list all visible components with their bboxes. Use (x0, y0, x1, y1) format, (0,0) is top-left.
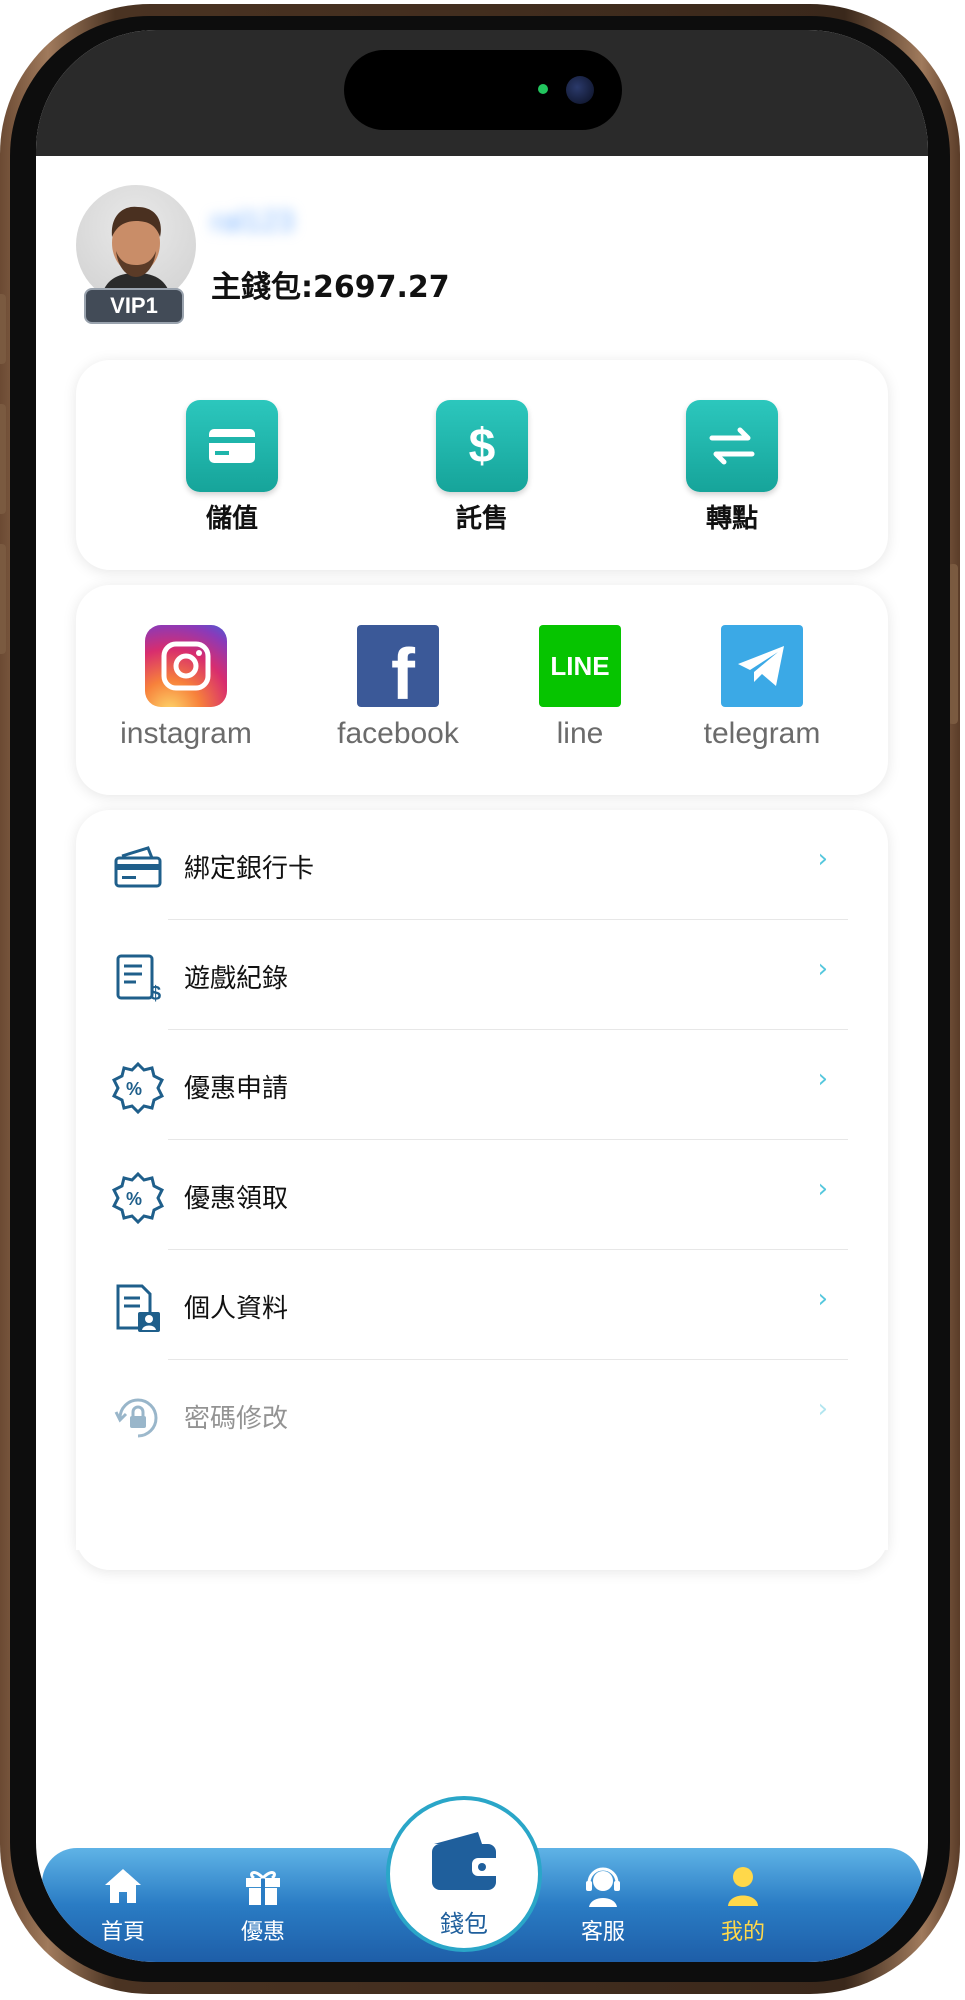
nav-home-label: 首頁 (100, 1920, 145, 1945)
nav-wallet-button[interactable]: 錢包 (386, 1796, 542, 1952)
dollar-icon: $ (436, 400, 528, 492)
nav-mine[interactable]: 我的 (688, 1864, 798, 1946)
bank-card-icon (112, 842, 164, 894)
menu-item-bind-bank-card[interactable]: 綁定銀行卡 › (76, 810, 888, 920)
chevron-right-icon: › (817, 1394, 828, 1424)
facebook-icon: f (357, 625, 439, 715)
menu-label: 綁定銀行卡 (184, 854, 315, 884)
nav-promo[interactable]: 優惠 (208, 1864, 318, 1946)
menu-label: 優惠申請 (184, 1074, 289, 1104)
svg-text:$: $ (150, 983, 161, 1004)
status-bar (36, 30, 928, 156)
phone-side-button (0, 294, 6, 364)
nav-support[interactable]: 客服 (548, 1864, 658, 1946)
social-links-card: instagram f facebook LINE line telegram (76, 585, 888, 795)
home-icon (68, 1864, 178, 1908)
line-icon: LINE (539, 625, 621, 707)
chevron-right-icon: › (817, 1174, 828, 1204)
transfer-label: 轉點 (705, 504, 758, 534)
menu-item-promo-apply[interactable]: % 優惠申請 › (76, 1030, 888, 1140)
chevron-right-icon: › (817, 1284, 828, 1314)
menu-item-personal-info[interactable]: 個人資料 › (76, 1250, 888, 1360)
main-wallet-balance: 主錢包:2697.27 (211, 270, 450, 305)
chevron-right-icon: › (817, 954, 828, 984)
phone-volume-up (0, 404, 6, 514)
chevron-right-icon: › (817, 1064, 828, 1094)
promo-percent-icon: % (111, 1171, 165, 1225)
user-icon (688, 1864, 798, 1908)
deposit-button[interactable]: 儲值 (152, 400, 312, 535)
instagram-link[interactable]: instagram (86, 625, 286, 751)
vip-badge: VIP1 (84, 288, 184, 324)
profile-document-icon (112, 1282, 164, 1334)
menu-item-game-records[interactable]: $ 遊戲紀錄 › (76, 920, 888, 1030)
telegram-link[interactable]: telegram (662, 625, 862, 751)
promo-percent-icon: % (111, 1061, 165, 1115)
camera-lens (566, 76, 594, 104)
transfer-button[interactable]: 轉點 (652, 400, 812, 535)
scroll-fade-overlay (76, 1430, 888, 1550)
gift-icon (208, 1864, 318, 1908)
svg-text:%: % (126, 1189, 142, 1209)
username: ral123 (211, 205, 295, 238)
quick-actions-card: 儲值 $ 託售 轉點 (76, 360, 888, 570)
sell-button[interactable]: $ 託售 (402, 400, 562, 535)
card-icon (186, 400, 278, 492)
game-record-icon: $ (112, 952, 164, 1005)
telegram-label: telegram (703, 717, 821, 750)
phone-volume-down (0, 544, 6, 654)
nav-support-label: 客服 (580, 1920, 625, 1945)
line-link[interactable]: LINE line (480, 625, 680, 751)
menu-label: 遊戲紀錄 (184, 964, 289, 994)
nav-mine-label: 我的 (720, 1920, 765, 1945)
transfer-arrows-icon (686, 400, 778, 492)
instagram-icon (145, 625, 227, 707)
nav-wallet-label: 錢包 (440, 1910, 488, 1938)
app-screen: VIP1 ral123 主錢包:2697.27 儲值 $ 託售 轉點 insta… (36, 30, 928, 1962)
telegram-icon (721, 625, 803, 707)
facebook-label: facebook (337, 717, 459, 750)
svg-text:%: % (126, 1079, 142, 1099)
support-agent-icon (548, 1864, 658, 1908)
menu-item-promo-claim[interactable]: % 優惠領取 › (76, 1140, 888, 1250)
menu-label: 優惠領取 (184, 1184, 289, 1214)
facebook-link[interactable]: f facebook (298, 625, 498, 751)
instagram-label: instagram (120, 717, 252, 750)
nav-home[interactable]: 首頁 (68, 1864, 178, 1946)
deposit-label: 儲值 (205, 504, 258, 534)
dynamic-island (344, 50, 622, 130)
avatar[interactable] (76, 185, 196, 305)
nav-promo-label: 優惠 (240, 1920, 285, 1945)
line-label: line (556, 717, 604, 750)
privacy-indicator (538, 84, 548, 94)
wallet-icon (432, 1832, 502, 1890)
chevron-right-icon: › (817, 844, 828, 874)
sell-label: 託售 (455, 504, 508, 534)
menu-label: 個人資料 (184, 1294, 289, 1324)
